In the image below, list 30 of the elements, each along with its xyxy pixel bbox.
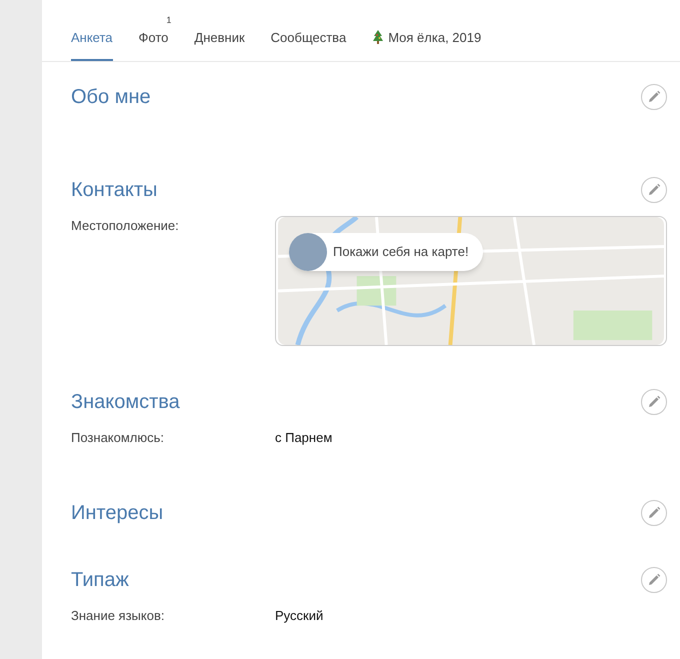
profile-tab[interactable]: Анкета [71, 28, 113, 47]
section-heading: Обо мне [71, 85, 151, 110]
field-value: Русский [275, 606, 324, 625]
edit-button[interactable] [641, 84, 667, 110]
pencil-icon [647, 395, 661, 409]
profile-tab[interactable]: Сообщества [270, 28, 346, 47]
field-label: Познакомлюсь: [71, 429, 166, 447]
pencil-icon [647, 183, 661, 197]
section-heading: Интересы [71, 500, 164, 526]
field-label: Знание языков: [71, 606, 166, 624]
section-heading: Типаж [71, 568, 129, 592]
pencil-icon [647, 90, 661, 104]
photo-count: 1 [166, 14, 172, 26]
avatar-placeholder [289, 233, 327, 271]
profile-tab[interactable]: Дневник [194, 28, 245, 47]
edit-button[interactable] [641, 177, 667, 203]
edit-button[interactable] [641, 500, 667, 526]
field-label: Местоположение: [71, 217, 180, 235]
edit-button[interactable] [641, 389, 667, 415]
map-popup[interactable]: Покажи себя на карте! [289, 233, 483, 271]
christmas-tree-icon [372, 29, 384, 46]
pencil-icon [647, 572, 661, 586]
profile-tab[interactable]: Фото [138, 28, 168, 47]
edit-button[interactable] [641, 566, 667, 592]
popup-text: Покажи себя на карте! [333, 243, 469, 262]
profile-tab[interactable]: Моя ёлка, 2019 [388, 28, 482, 47]
field-value: с Парнем [275, 429, 332, 447]
section-heading: Знакомства [71, 390, 180, 415]
section-heading: Контакты [71, 178, 158, 203]
pencil-icon [647, 506, 661, 520]
